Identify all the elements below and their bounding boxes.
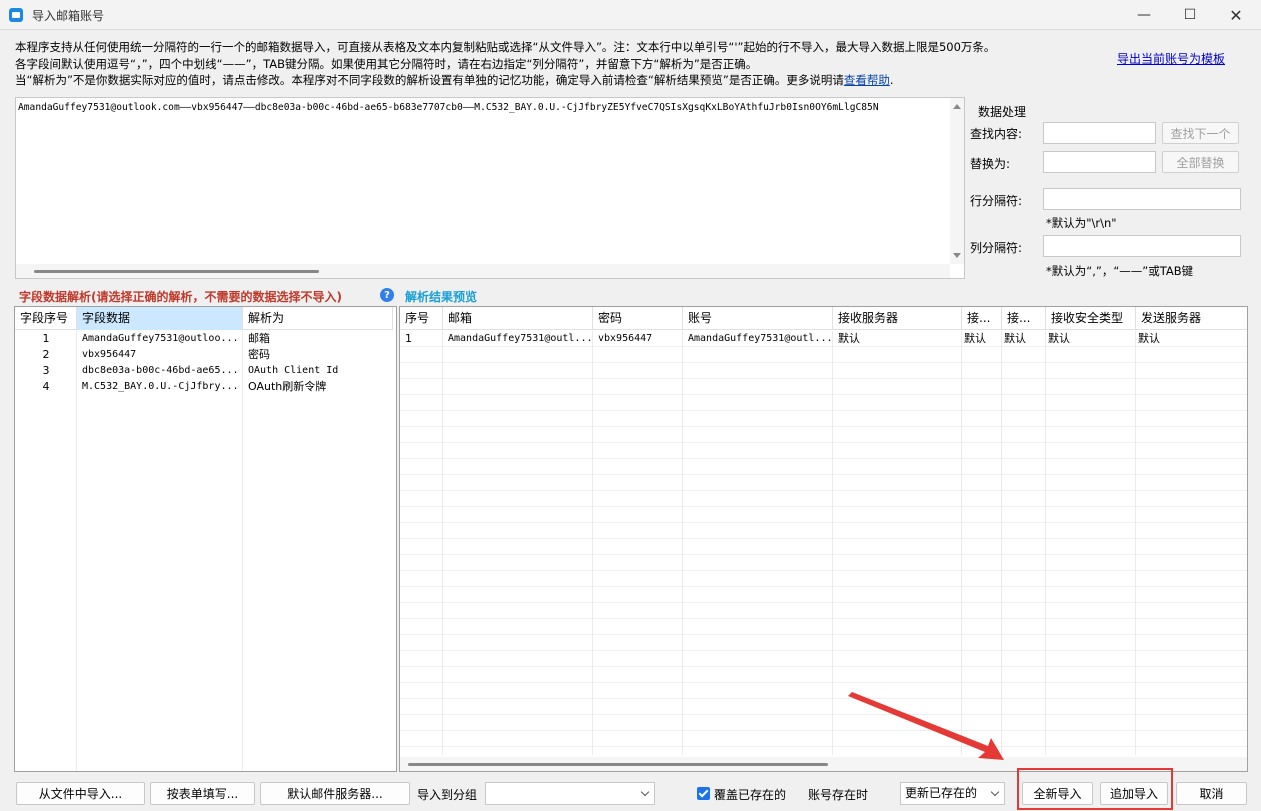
fill-by-form-button[interactable]: 按表单填写... bbox=[150, 782, 255, 805]
default-mail-server-button[interactable]: 默认邮件服务器... bbox=[260, 782, 410, 805]
field-table-header: 字段序号 字段数据 解析为 bbox=[15, 307, 393, 330]
table-row[interactable]: 1 AmandaGuffey7531@outloo... 邮箱 bbox=[15, 331, 393, 347]
import-text-line: AmandaGuffey7531@outlook.com——vbx956447—… bbox=[18, 102, 879, 113]
account-exists-select[interactable]: 更新已存在的 bbox=[900, 782, 1005, 805]
description-line-1: 本程序支持从任何使用统一分隔符的一行一个的邮箱数据导入，可直接从表格及文本内复制… bbox=[15, 40, 996, 54]
preview-title: 解析结果预览 bbox=[405, 290, 478, 304]
window-title: 导入邮箱账号 bbox=[32, 9, 105, 23]
col-separator-label: 列分隔符: bbox=[970, 241, 1023, 255]
col-field-index[interactable]: 字段序号 bbox=[15, 307, 77, 330]
row-separator-label: 行分隔符: bbox=[970, 194, 1023, 208]
preview-scroll-thumb[interactable] bbox=[408, 763, 828, 766]
preview-table-body: 1 AmandaGuffey7531@outl... vbx956447 Ama… bbox=[400, 331, 1247, 347]
col-incoming-security[interactable]: 接收安全类型 bbox=[1046, 307, 1136, 330]
col-parse-as[interactable]: 解析为 bbox=[243, 307, 393, 330]
row-separator-note: *默认为"\r\n" bbox=[1046, 216, 1117, 230]
description-line-2: 各字段间默认使用逗号“，”，四个中划线“——”，TAB键分隔。如果使用其它分隔符… bbox=[15, 57, 758, 71]
find-input[interactable] bbox=[1043, 122, 1156, 144]
data-processing-title: 数据处理 bbox=[976, 103, 1029, 120]
overwrite-checkbox[interactable] bbox=[697, 787, 710, 800]
import-group-select[interactable] bbox=[485, 782, 655, 805]
field-table-body: 1 AmandaGuffey7531@outloo... 邮箱 2 vbx956… bbox=[15, 331, 393, 395]
table-row[interactable]: 3 dbc8e03a-b00c-46bd-ae65... OAuth Clien… bbox=[15, 363, 393, 379]
app-icon bbox=[9, 8, 23, 22]
col-field-data[interactable]: 字段数据 bbox=[77, 307, 243, 330]
description-line-3: 当“解析为”不是你数据实际对应的值时，请点击修改。本程序对不同字段数的解析设置有… bbox=[15, 73, 894, 87]
help-link[interactable]: 查看帮助 bbox=[844, 73, 890, 87]
close-button[interactable]: ✕ bbox=[1213, 0, 1259, 30]
find-label: 查找内容: bbox=[970, 127, 1023, 141]
import-text-area[interactable]: AmandaGuffey7531@outlook.com——vbx956447—… bbox=[15, 97, 965, 279]
help-icon[interactable]: ? bbox=[380, 288, 394, 302]
replace-input[interactable] bbox=[1043, 151, 1156, 173]
import-from-file-button[interactable]: 从文件中导入... bbox=[16, 782, 145, 805]
preview-table-header: 序号 邮箱 密码 账号 接收服务器 接... 接... 接收安全类型 发送服务器 bbox=[400, 307, 1247, 330]
row-separator-input[interactable] bbox=[1043, 188, 1241, 210]
col-index[interactable]: 序号 bbox=[400, 307, 443, 330]
table-row[interactable]: 2 vbx956447 密码 bbox=[15, 347, 393, 363]
minimize-button[interactable]: — bbox=[1121, 0, 1167, 30]
title-bar: 导入邮箱账号 — ☐ ✕ bbox=[0, 0, 1261, 30]
data-processing-group: 数据处理 查找内容: 查找下一个 替换为: 全部替换 行分隔符: *默认为"\r… bbox=[966, 103, 1248, 279]
col-incoming-other[interactable]: 接... bbox=[1002, 307, 1046, 330]
table-row[interactable]: 1 AmandaGuffey7531@outl... vbx956447 Ama… bbox=[400, 331, 1247, 347]
chevron-down-icon bbox=[990, 787, 1000, 797]
col-account[interactable]: 账号 bbox=[683, 307, 833, 330]
highlight-box bbox=[1017, 768, 1173, 810]
text-horizontal-scrollbar[interactable] bbox=[16, 264, 950, 278]
preview-table-gridlines bbox=[400, 331, 1247, 755]
scroll-up-icon[interactable] bbox=[953, 104, 961, 109]
col-separator-input[interactable] bbox=[1043, 235, 1241, 257]
replace-all-button[interactable]: 全部替换 bbox=[1162, 151, 1239, 173]
text-scroll-thumb[interactable] bbox=[34, 270, 319, 273]
chevron-down-icon bbox=[640, 787, 650, 797]
table-row[interactable]: 4 M.C532_BAY.0.U.-CjJfbry... OAuth刷新令牌 bbox=[15, 379, 393, 395]
col-separator-note: *默认为“,”，“——”或TAB键 bbox=[1046, 264, 1194, 278]
cancel-button[interactable]: 取消 bbox=[1176, 782, 1247, 805]
col-email[interactable]: 邮箱 bbox=[443, 307, 593, 330]
col-outgoing-server[interactable]: 发送服务器 bbox=[1136, 307, 1247, 330]
import-group-label: 导入到分组 bbox=[417, 788, 478, 802]
export-template-link[interactable]: 导出当前账号为模板 bbox=[1117, 50, 1225, 67]
field-parse-title: 字段数据解析(请选择正确的解析，不需要的数据选择不导入) bbox=[19, 290, 342, 304]
scroll-down-icon[interactable] bbox=[953, 253, 961, 258]
overwrite-label: 覆盖已存在的 bbox=[714, 788, 787, 802]
find-next-button[interactable]: 查找下一个 bbox=[1162, 122, 1239, 144]
annotation-arrow-icon bbox=[848, 692, 1004, 760]
replace-label: 替换为: bbox=[970, 157, 1011, 171]
preview-table[interactable]: 序号 邮箱 密码 账号 接收服务器 接... 接... 接收安全类型 发送服务器… bbox=[399, 306, 1248, 772]
maximize-button[interactable]: ☐ bbox=[1167, 0, 1213, 30]
col-incoming-server[interactable]: 接收服务器 bbox=[833, 307, 962, 330]
field-parse-table[interactable]: 字段序号 字段数据 解析为 1 AmandaGuffey7531@outloo.… bbox=[14, 306, 397, 772]
account-exists-label: 账号存在时 bbox=[808, 788, 869, 802]
col-incoming-port[interactable]: 接... bbox=[962, 307, 1002, 330]
col-password[interactable]: 密码 bbox=[593, 307, 683, 330]
text-vertical-scrollbar[interactable] bbox=[950, 98, 964, 264]
